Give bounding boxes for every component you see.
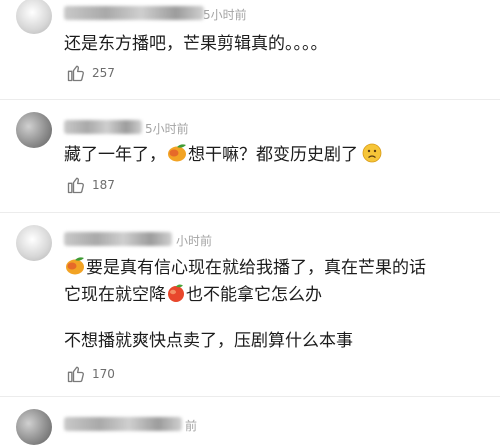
avatar[interactable] <box>16 112 52 148</box>
thumbs-up-icon <box>67 366 84 383</box>
like-button[interactable]: 170 <box>66 364 115 384</box>
like-count: 170 <box>92 367 115 381</box>
thumbs-up-icon <box>67 65 84 82</box>
comment-text: 它现在就空降 也不能拿它怎么办 <box>64 282 322 311</box>
comment-text-part: 藏了一年了， <box>64 145 166 165</box>
avatar[interactable] <box>16 225 52 261</box>
like-button[interactable]: 187 <box>66 175 115 195</box>
sad-face-emoji-icon <box>362 143 382 171</box>
peach-emoji-icon <box>166 283 186 311</box>
username-blurred[interactable] <box>64 417 182 431</box>
username-blurred[interactable] <box>64 6 204 20</box>
comment-text-part: 它现在就空降 <box>64 285 166 305</box>
comment-item: 5小时前 藏了一年了， 想干嘛？都变历史剧了 187 <box>0 100 500 213</box>
comment-text-part: 也不能拿它怎么办 <box>186 285 322 305</box>
comment-text: 要是真有信心现在就给我播了，真在芒果的话 <box>64 255 426 284</box>
comment-time: 5小时前 <box>203 8 247 22</box>
username-blurred[interactable] <box>64 120 142 134</box>
comment-text: 不想播就爽快点卖了，压剧算什么本事 <box>64 331 353 351</box>
comment-item: 小时前 要是真有信心现在就给我播了，真在芒果的话 它现在就空降 也不能拿它怎么办 … <box>0 213 500 396</box>
comment-time: 前 <box>185 419 198 433</box>
comment-text-part: 要是真有信心现在就给我播了，真在芒果的话 <box>86 258 426 278</box>
like-count: 257 <box>92 66 115 80</box>
avatar[interactable] <box>16 409 52 445</box>
comment-text: 藏了一年了， 想干嘛？都变历史剧了 <box>64 142 382 171</box>
comment-time: 小时前 <box>176 234 213 248</box>
mango-emoji-icon <box>166 143 188 171</box>
comment-item: 前 <box>0 397 500 445</box>
like-count: 187 <box>92 178 115 192</box>
comment-time: 5小时前 <box>145 122 189 136</box>
mango-emoji-icon <box>64 256 86 284</box>
thumbs-up-icon <box>67 177 84 194</box>
comment-text-part: 想干嘛？都变历史剧了 <box>188 145 358 165</box>
like-button[interactable]: 257 <box>66 63 115 83</box>
comment-text: 还是东方播吧，芒果剪辑真的。。。。 <box>64 34 328 54</box>
username-blurred[interactable] <box>64 232 172 246</box>
comment-item: 5小时前 还是东方播吧，芒果剪辑真的。。。。 257 <box>0 0 500 100</box>
avatar[interactable] <box>16 0 52 34</box>
